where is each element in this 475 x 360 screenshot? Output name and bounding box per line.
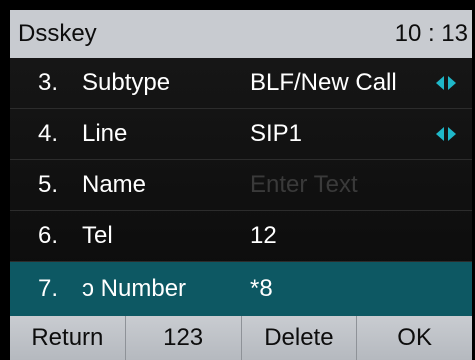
row-label: Subtype [82, 69, 171, 96]
return-button[interactable]: Return [10, 316, 126, 360]
line-value: SIP1 [250, 120, 303, 147]
row-label: Tel [82, 222, 113, 249]
row-label: Name [82, 171, 147, 198]
row-number: 3. [38, 69, 59, 96]
row-number: 4. [38, 120, 59, 147]
row-number: 5. [38, 171, 59, 198]
phone-screen: Dsskey 10 : 13 3. Subtype BLF/New Call 4… [0, 0, 475, 360]
tel-input[interactable]: 12 [250, 222, 277, 250]
name-input[interactable]: Enter Text [250, 171, 358, 199]
page-title: Dsskey [18, 20, 97, 47]
row-label: Line [82, 120, 128, 147]
delete-button[interactable]: Delete [242, 316, 358, 360]
row-code-number[interactable]: 7. ɔ Number *8 [10, 262, 472, 316]
row-line[interactable]: 4. Line SIP1 [10, 109, 472, 160]
arrow-right-icon[interactable] [448, 127, 456, 141]
row-number: 7. [38, 275, 59, 302]
option-switcher[interactable] [436, 76, 456, 90]
title-bar: Dsskey 10 : 13 [10, 10, 472, 58]
row-subtype[interactable]: 3. Subtype BLF/New Call [10, 58, 472, 109]
input-method-button[interactable]: 123 [126, 316, 242, 360]
row-label: ɔ Number [82, 275, 187, 302]
clock: 10 : 13 [394, 20, 468, 47]
row-name[interactable]: 5. Name Enter Text [10, 160, 472, 211]
subtype-value: BLF/New Call [250, 69, 397, 96]
code-number-input[interactable]: *8 [250, 275, 273, 303]
row-tel[interactable]: 6. Tel 12 [10, 211, 472, 262]
option-switcher[interactable] [436, 127, 456, 141]
row-number: 6. [38, 222, 59, 249]
settings-list: 3. Subtype BLF/New Call 4. Line SIP1 5. … [10, 58, 472, 316]
arrow-left-icon[interactable] [436, 76, 444, 90]
arrow-left-icon[interactable] [436, 127, 444, 141]
arrow-right-icon[interactable] [448, 76, 456, 90]
ok-button[interactable]: OK [357, 316, 472, 360]
softkey-bar: Return 123 Delete OK [10, 316, 472, 360]
